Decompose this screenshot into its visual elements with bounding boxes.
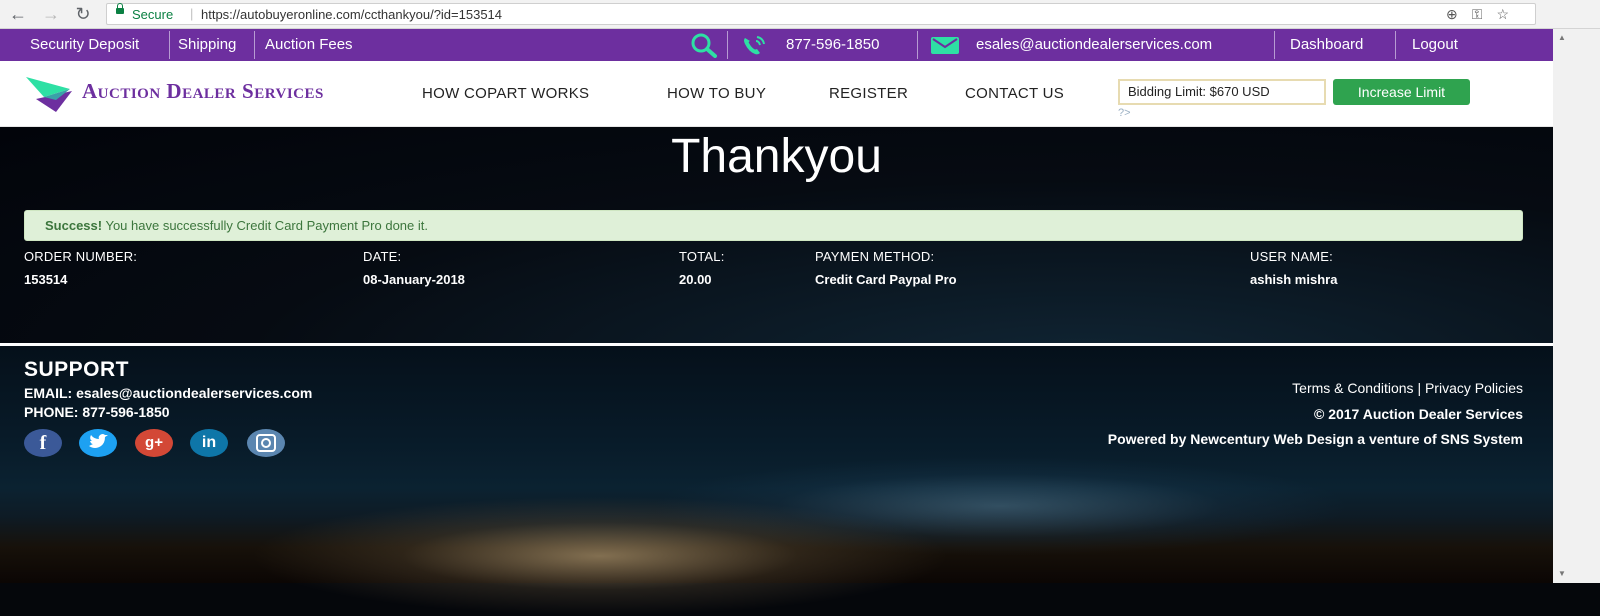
- security-deposit-link[interactable]: Security Deposit: [30, 29, 139, 61]
- scroll-down-icon[interactable]: ▼: [1558, 569, 1566, 578]
- divider: [169, 31, 170, 59]
- user-name-label: USER NAME:: [1250, 249, 1333, 264]
- linkedin-icon[interactable]: in: [190, 429, 228, 457]
- search-icon[interactable]: [689, 32, 719, 58]
- browser-toolbar: ← → ↻ Secure | https://autobuyeronline.c…: [0, 0, 1600, 29]
- alert-strong: Success!: [45, 218, 103, 233]
- user-name-value: ashish mishra: [1250, 272, 1338, 287]
- facebook-icon[interactable]: f: [24, 429, 62, 457]
- divider: [254, 31, 255, 59]
- address-separator: |: [190, 6, 194, 21]
- increase-limit-button[interactable]: Increase Limit: [1333, 79, 1470, 105]
- nav-register[interactable]: REGISTER: [829, 85, 908, 102]
- support-email[interactable]: EMAIL: esales@auctiondealerservices.com: [24, 385, 312, 401]
- support-phone[interactable]: PHONE: 877-596-1850: [24, 404, 170, 420]
- date-value: 08-January-2018: [363, 272, 465, 287]
- divider: [917, 31, 918, 59]
- order-number-value: 153514: [24, 272, 68, 287]
- divider: [1395, 31, 1396, 59]
- date-label: DATE:: [363, 249, 402, 264]
- nav-how-to-buy[interactable]: HOW TO BUY: [667, 85, 766, 102]
- instagram-icon[interactable]: [247, 429, 285, 457]
- url-text[interactable]: https://autobuyeronline.com/ccthankyou/?…: [201, 7, 502, 22]
- site-header: Auction Dealer Services HOW COPART WORKS…: [0, 61, 1553, 127]
- star-icon[interactable]: ☆: [1496, 6, 1523, 22]
- alert-message: You have successfully Credit Card Paymen…: [102, 218, 428, 233]
- copyright: © 2017 Auction Dealer Services: [1313, 406, 1523, 422]
- support-title: SUPPORT: [24, 358, 130, 381]
- nav-contact-us[interactable]: CONTACT US: [965, 85, 1064, 102]
- total-label: TOTAL:: [679, 249, 725, 264]
- lock-icon: [116, 3, 124, 14]
- google-plus-icon[interactable]: g+: [135, 429, 173, 457]
- phone-icon: [744, 36, 765, 55]
- footer-links[interactable]: Terms & Conditions | Privacy Policies: [1292, 380, 1523, 396]
- success-alert: Success! You have successfully Credit Ca…: [24, 210, 1523, 241]
- powered-by[interactable]: Powered by Newcentury Web Design a ventu…: [1108, 431, 1523, 447]
- twitter-icon[interactable]: [79, 429, 117, 457]
- top-bar: Security Deposit Shipping Auction Fees 8…: [0, 29, 1553, 61]
- bidding-limit-display: Bidding Limit: $670 USD: [1118, 79, 1326, 105]
- secure-label: Secure: [132, 7, 174, 22]
- camera-icon: [256, 434, 276, 452]
- email-link[interactable]: esales@auctiondealerservices.com: [976, 29, 1212, 61]
- reload-icon[interactable]: ↻: [72, 3, 94, 25]
- divider: [727, 31, 728, 59]
- address-bar-icons: ⊕⚿☆: [1446, 6, 1523, 23]
- key-icon[interactable]: ⚿: [1472, 6, 1497, 22]
- dashboard-link[interactable]: Dashboard: [1290, 29, 1363, 61]
- footer: SUPPORT EMAIL: esales@auctiondealerservi…: [0, 346, 1553, 616]
- background-glow: [250, 496, 950, 616]
- main-content: Thankyou Success! You have successfully …: [0, 127, 1553, 343]
- phone-number[interactable]: 877-596-1850: [786, 29, 879, 61]
- scroll-up-icon[interactable]: ▲: [1558, 33, 1566, 42]
- logo-icon[interactable]: [26, 75, 78, 113]
- twitter-bird-icon: [89, 434, 108, 448]
- stray-code-text: ?>: [1118, 107, 1131, 119]
- nav-how-copart-works[interactable]: HOW COPART WORKS: [422, 85, 589, 102]
- logo-text[interactable]: Auction Dealer Services: [82, 79, 324, 104]
- back-arrow-icon[interactable]: ←: [7, 3, 29, 25]
- shipping-link[interactable]: Shipping: [178, 29, 236, 61]
- auction-fees-link[interactable]: Auction Fees: [265, 29, 353, 61]
- page-scrollbar[interactable]: ▲ ▼: [1553, 29, 1600, 583]
- page-title: Thankyou: [671, 130, 882, 183]
- zoom-icon[interactable]: ⊕: [1446, 6, 1472, 22]
- payment-method-value: Credit Card Paypal Pro: [815, 272, 957, 287]
- forward-arrow-icon[interactable]: →: [40, 3, 62, 25]
- payment-method-label: PAYMEN METHOD:: [815, 249, 935, 264]
- logout-link[interactable]: Logout: [1412, 29, 1458, 61]
- order-number-label: ORDER NUMBER:: [24, 249, 138, 264]
- divider: [1274, 31, 1275, 59]
- total-value: 20.00: [679, 272, 712, 287]
- address-bar[interactable]: Secure | https://autobuyeronline.com/cct…: [106, 3, 1536, 25]
- email-icon: [931, 37, 959, 54]
